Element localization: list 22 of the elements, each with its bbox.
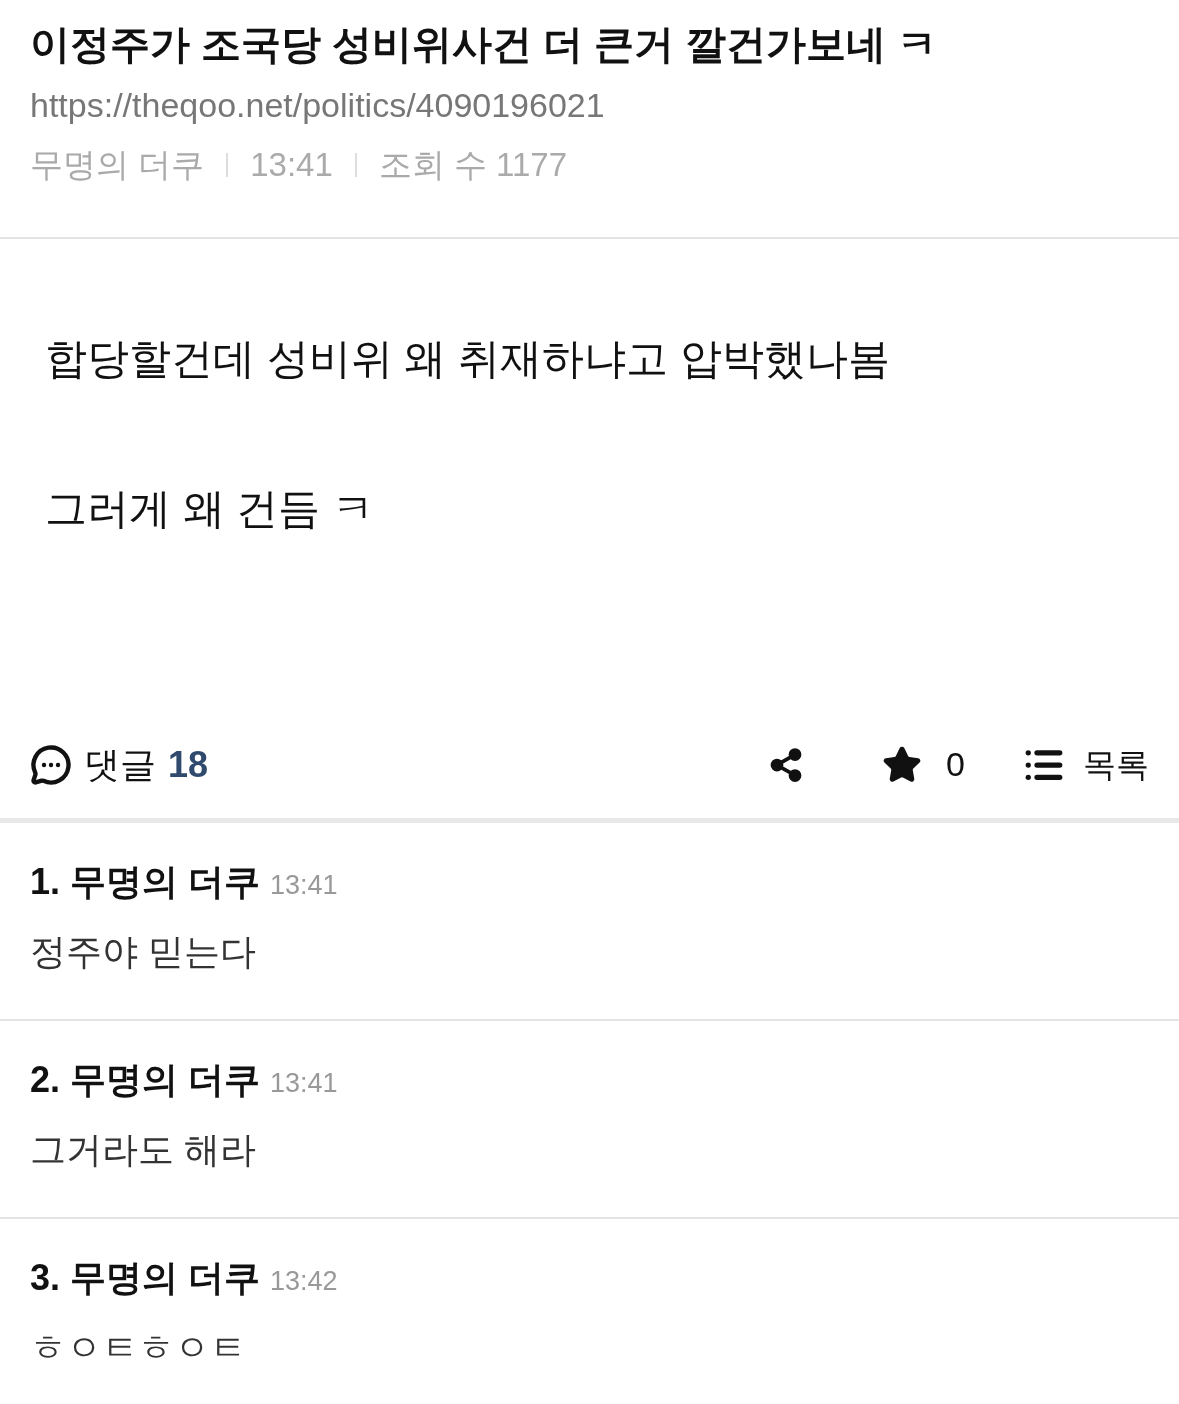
comment-text: 정주야 믿는다 (30, 930, 257, 974)
comment-text: ㅎㅇㅌㅎㅇㅌ (30, 1326, 247, 1370)
post-title: 이정주가 조국당 성비위사건 더 큰거 깔건가보네 ㅋ (30, 21, 938, 68)
comment-count: 18 (168, 742, 209, 787)
post-paragraph: 합당할건데 성비위 왜 취재하냐고 압박했나봄 (45, 334, 891, 384)
star-button[interactable]: 0 (882, 739, 965, 790)
star-icon (882, 744, 923, 785)
comments-label[interactable]: 댓글 (84, 737, 156, 792)
post-author: 무명의 더쿠 (30, 145, 205, 185)
speech-bubble-icon (30, 743, 72, 786)
comment-author: 2. 무명의 더쿠 (30, 1058, 261, 1102)
comment-author: 3. 무명의 더쿠 (30, 1256, 261, 1300)
comment-time: 13:41 (270, 1067, 338, 1100)
view-count: 조회 수 1177 (378, 145, 568, 185)
list-button[interactable]: 목록 (1023, 739, 1149, 790)
post-paragraph: 그러게 왜 건듬 ㅋ (45, 484, 375, 534)
post-url[interactable]: https://theqoo.net/politics/4090196021 (30, 80, 1149, 130)
comment-time: 13:42 (270, 1265, 338, 1298)
post-time: 13:41 (250, 145, 333, 185)
comment-time: 13:41 (270, 869, 338, 902)
comment-author: 1. 무명의 더쿠 (30, 860, 261, 904)
comment-text: 그거라도 해라 (30, 1128, 257, 1172)
